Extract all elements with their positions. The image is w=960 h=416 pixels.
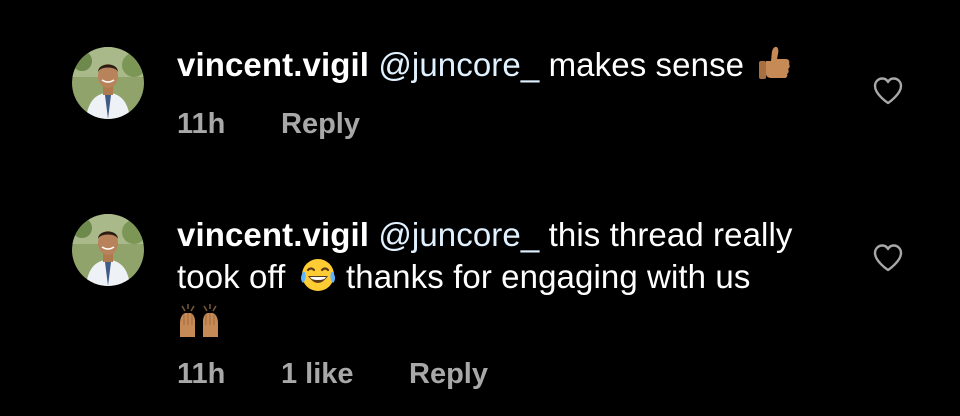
comment-body: vincent.vigil @juncore_ this thread real…	[177, 214, 847, 343]
avatar[interactable]	[72, 47, 144, 119]
username-link[interactable]: vincent.vigil	[177, 216, 369, 253]
mention-link[interactable]: @juncore_	[378, 46, 539, 83]
comment-item: vincent.vigil @juncore_ this thread real…	[0, 170, 960, 416]
comment-text: this thread really	[548, 216, 793, 253]
reply-button[interactable]: Reply	[409, 358, 488, 391]
comment-item: vincent.vigil @juncore_ makes sense 11h …	[0, 0, 960, 170]
tears-of-joy-icon	[299, 257, 337, 303]
raising-hands-icon	[177, 303, 221, 344]
like-heart-icon[interactable]	[872, 242, 904, 274]
reply-button[interactable]: Reply	[281, 108, 360, 141]
comment-body: vincent.vigil @juncore_ makes sense	[177, 44, 847, 91]
mention-link[interactable]: @juncore_	[378, 216, 539, 253]
avatar[interactable]	[72, 214, 144, 286]
username-link[interactable]: vincent.vigil	[177, 46, 369, 83]
thumbs-up-icon	[757, 45, 791, 91]
comment-text: took off	[177, 258, 286, 295]
comment-text: thanks for engaging with us	[346, 258, 751, 295]
like-heart-icon[interactable]	[872, 75, 904, 107]
timestamp: 11h	[177, 108, 226, 140]
comment-text: makes sense	[548, 46, 745, 83]
likes-count-link[interactable]: 1 like	[281, 358, 354, 391]
timestamp: 11h	[177, 358, 226, 390]
